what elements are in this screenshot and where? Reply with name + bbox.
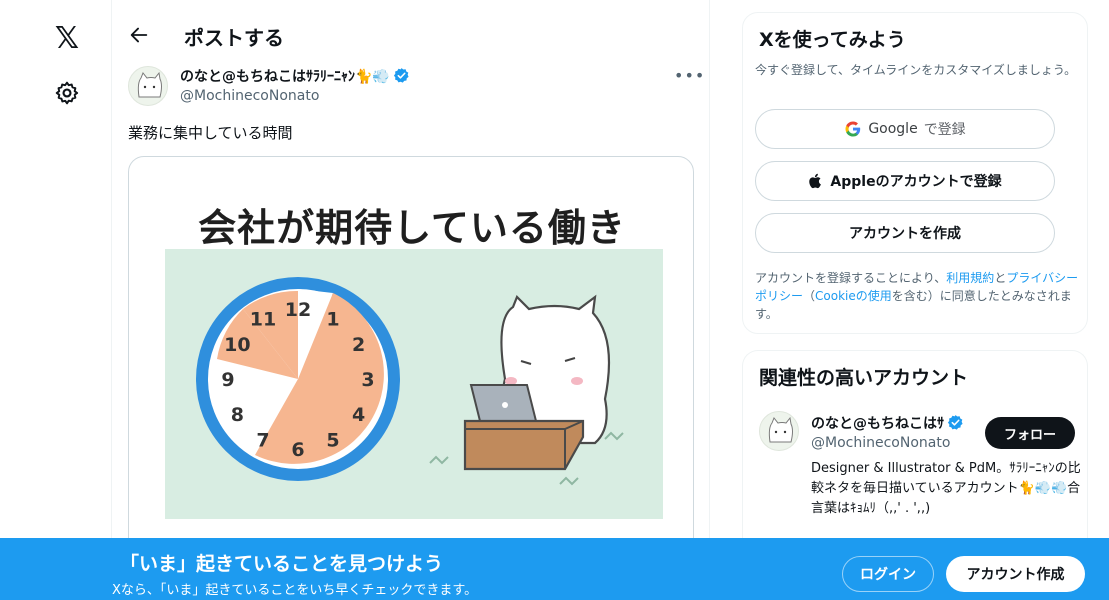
apple-icon [809,173,822,189]
related-avatar[interactable] [759,411,799,451]
signup-subtitle: 今すぐ登録して、タイムラインをカスタマイズしましょう。 [755,63,1077,77]
terms-and: と [994,271,1007,285]
banner-subtitle: Xなら、「いま」起きていることをいち早くチェックできます。 [112,583,478,598]
banner-title: 「いま」起きていることを見つけよう [120,553,444,575]
login-button[interactable]: ログイン [842,556,934,592]
clock-number: 3 [361,369,374,391]
clock-number: 7 [256,430,269,452]
follow-button[interactable]: フォロー [985,417,1075,449]
clock-number: 8 [231,404,244,426]
left-nav: 𝕏 [0,0,112,600]
related-bio: Designer & Illustrator & PdM。ｻﾗﾘｰﾆｬﾝの比較ネ… [811,461,1081,516]
cookie-link[interactable]: Cookieの使用 [815,289,892,303]
top-bar: ポストする [112,0,710,72]
back-arrow-icon[interactable] [128,24,150,46]
bottom-banner: 「いま」起きていることを見つけよう Xなら、「いま」起きていることをいち早くチェ… [0,538,1109,600]
google-icon [845,121,861,137]
author-name-text: のなと@もちねこはｻﾗﾘｰﾆｬﾝ🐈💨 [180,69,390,85]
clock-number: 2 [352,334,365,356]
related-name[interactable]: のなと@もちねこはｻ [811,413,964,433]
media-title: 会社が期待している働き [198,206,626,250]
more-options-icon[interactable]: ••• [674,66,704,86]
related-title: 関連性の高いアカウント [759,367,969,389]
clock-cat-illustration: 12 12 3 45678 9 1011 [165,249,663,519]
terms-link[interactable]: 利用規約 [946,271,994,285]
clock-number: 1 [326,308,339,330]
page-title: ポストする [184,26,284,50]
main-column: ポストする のなと@もちねこはｻﾗﾘｰﾆｬﾝ🐈💨 @MochinecoNonat… [112,0,710,600]
clock-number: 5 [326,430,339,452]
signup-title: Xを使ってみよう [759,29,906,51]
verified-badge-icon [947,415,963,430]
terms-prefix: アカウントを登録することにより、 [755,271,947,285]
clock-number: 10 [224,334,250,356]
signup-button[interactable]: アカウント作成 [946,556,1085,592]
gear-icon[interactable] [54,80,80,106]
verified-badge-icon [393,68,409,83]
related-handle[interactable]: @MochinecoNonato [811,435,950,451]
cookie-open: （ [803,289,816,303]
google-label: Google [868,121,918,137]
x-logo-icon[interactable]: 𝕏 [52,24,82,54]
apple-signup-button[interactable]: Appleのアカウントで登録 [755,161,1055,201]
post-text: 業務に集中している時間 [128,124,293,142]
clock-number: 4 [352,404,365,426]
signup-card: Xを使ってみよう 今すぐ登録して、タイムラインをカスタマイズしましょう。 Goo… [742,12,1088,334]
clock-number: 9 [221,369,234,391]
author-handle[interactable]: @MochinecoNonato [180,88,319,104]
author-name[interactable]: のなと@もちねこはｻﾗﾘｰﾆｬﾝ🐈💨 [180,66,410,86]
clock-number: 12 [285,299,311,321]
post-media[interactable]: 会社が期待している働き 12 1 2 3 4 5 6 7 8 9 10 11 [128,156,694,576]
clock-number: 6 [291,439,304,461]
author-avatar[interactable] [128,66,168,106]
clock-number: 11 [250,308,276,330]
create-account-button[interactable]: アカウントを作成 [755,213,1055,253]
terms-text: アカウントを登録することにより、利用規約とプライバシーポリシー（Cookieの使… [755,269,1081,323]
google-suffix: で登録 [923,122,966,138]
related-name-text: のなと@もちねこはｻ [811,416,944,432]
apple-label: Appleのアカウントで登録 [830,174,1002,190]
create-account-label: アカウントを作成 [849,226,961,242]
google-signup-button[interactable]: Google で登録 [755,109,1055,149]
